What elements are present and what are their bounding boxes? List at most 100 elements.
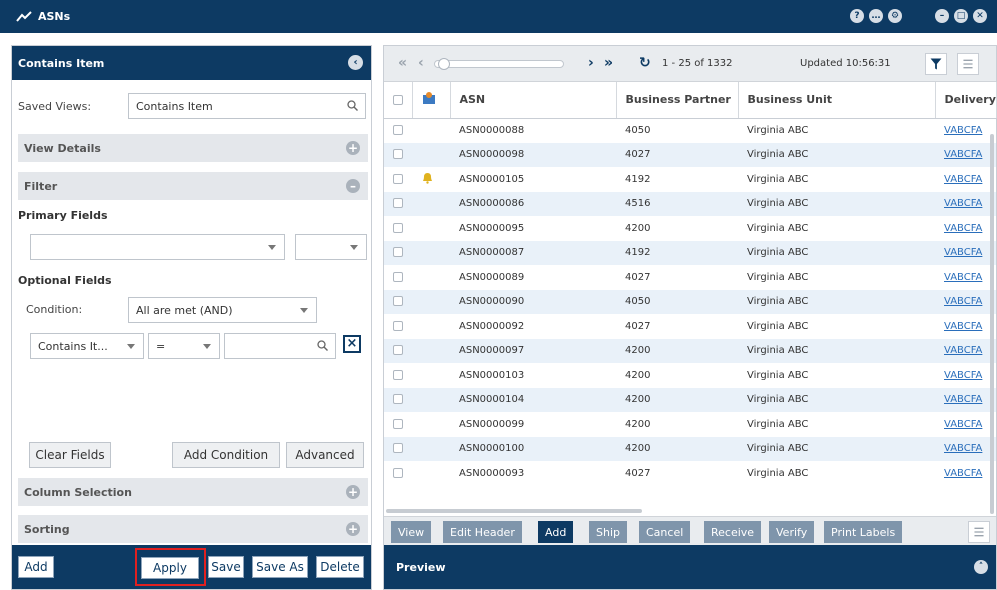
apply-button[interactable]: Apply: [141, 557, 199, 579]
add-view-button[interactable]: Add: [18, 556, 54, 578]
help-icon[interactable]: ?: [850, 9, 864, 23]
table-row[interactable]: ASN0000099 4200 Virginia ABC VABCFA: [384, 412, 996, 437]
row-select-cell[interactable]: [384, 191, 412, 216]
row-checkbox[interactable]: [393, 320, 403, 331]
row-select-cell[interactable]: [384, 167, 412, 192]
clear-fields-button[interactable]: Clear Fields: [29, 442, 111, 468]
expand-icon[interactable]: +: [346, 522, 360, 536]
row-checkbox[interactable]: [393, 418, 403, 429]
table-row[interactable]: ASN0000104 4200 Virginia ABC VABCFA: [384, 387, 996, 412]
last-page-icon[interactable]: »: [604, 55, 613, 71]
table-row[interactable]: ASN0000103 4200 Virginia ABC VABCFA: [384, 363, 996, 388]
row-select-cell[interactable]: [384, 436, 412, 461]
row-checkbox[interactable]: [393, 345, 403, 356]
prev-page-icon[interactable]: ‹: [418, 55, 424, 71]
delivery-link[interactable]: VABCFA: [944, 321, 982, 332]
table-row[interactable]: ASN0000105 4192 Virginia ABC VABCFA: [384, 167, 996, 192]
delivery-link[interactable]: VABCFA: [944, 370, 982, 381]
row-select-cell[interactable]: [384, 216, 412, 241]
expand-icon[interactable]: +: [346, 485, 360, 499]
column-header-delivery[interactable]: Delivery: [935, 82, 997, 119]
row-select-cell[interactable]: [384, 338, 412, 363]
delivery-link[interactable]: VABCFA: [944, 272, 982, 283]
row-select-cell[interactable]: [384, 363, 412, 388]
table-row[interactable]: ASN0000092 4027 Virginia ABC VABCFA: [384, 314, 996, 339]
page-slider[interactable]: [434, 58, 564, 70]
delivery-link[interactable]: VABCFA: [944, 125, 982, 136]
delivery-link[interactable]: VABCFA: [944, 296, 982, 307]
filter-icon[interactable]: [925, 53, 947, 75]
table-row[interactable]: ASN0000095 4200 Virginia ABC VABCFA: [384, 216, 996, 241]
delivery-link[interactable]: VABCFA: [944, 419, 982, 430]
advanced-button[interactable]: Advanced: [286, 442, 364, 468]
primary-operator-select[interactable]: [295, 234, 367, 260]
cancel-button[interactable]: Cancel: [639, 521, 691, 543]
row-checkbox[interactable]: [393, 443, 403, 454]
table-row[interactable]: ASN0000088 4050 Virginia ABC VABCFA: [384, 118, 996, 143]
row-checkbox[interactable]: [393, 173, 403, 184]
row-select-cell[interactable]: [384, 314, 412, 339]
table-row[interactable]: ASN0000100 4200 Virginia ABC VABCFA: [384, 436, 996, 461]
delivery-link[interactable]: VABCFA: [944, 149, 982, 160]
maximize-icon[interactable]: □: [954, 9, 968, 23]
row-checkbox[interactable]: [393, 247, 403, 258]
column-header-business-partner[interactable]: Business Partner: [616, 82, 739, 119]
column-header-asn[interactable]: ASN: [450, 82, 617, 119]
delivery-link[interactable]: VABCFA: [944, 247, 982, 258]
edit-header-button[interactable]: Edit Header: [443, 521, 522, 543]
sorting-section[interactable]: Sorting +: [18, 515, 368, 543]
print-labels-button[interactable]: Print Labels: [824, 521, 903, 543]
row-select-cell[interactable]: [384, 412, 412, 437]
save-button[interactable]: Save: [208, 556, 244, 578]
column-selection-section[interactable]: Column Selection +: [18, 478, 368, 506]
minimize-icon[interactable]: –: [935, 9, 949, 23]
delivery-link[interactable]: VABCFA: [944, 345, 982, 356]
saved-views-input[interactable]: Contains Item: [128, 93, 366, 119]
row-select-cell[interactable]: [384, 118, 412, 143]
table-row[interactable]: ASN0000086 4516 Virginia ABC VABCFA: [384, 191, 996, 216]
column-header-business-unit[interactable]: Business Unit: [738, 82, 936, 119]
receive-button[interactable]: Receive: [704, 521, 762, 543]
expand-preview-icon[interactable]: ˄: [974, 560, 988, 574]
more-actions-icon[interactable]: [968, 521, 990, 543]
row-checkbox[interactable]: [393, 296, 403, 307]
row-checkbox[interactable]: [393, 198, 403, 209]
search-icon[interactable]: [317, 340, 328, 351]
slider-handle[interactable]: [438, 58, 450, 70]
filter-section[interactable]: Filter –: [18, 172, 368, 200]
table-row[interactable]: ASN0000090 4050 Virginia ABC VABCFA: [384, 289, 996, 314]
view-button[interactable]: View: [391, 521, 432, 543]
condition-select[interactable]: All are met (AND): [128, 297, 317, 323]
optional-field-select[interactable]: Contains It...: [30, 333, 144, 359]
primary-field-select[interactable]: [30, 234, 285, 260]
verify-button[interactable]: Verify: [769, 521, 815, 543]
row-select-cell[interactable]: [384, 265, 412, 290]
optional-operator-select[interactable]: =: [148, 333, 220, 359]
delivery-link[interactable]: VABCFA: [944, 468, 982, 479]
add-condition-button[interactable]: Add Condition: [172, 442, 280, 468]
select-all-header[interactable]: [384, 82, 413, 119]
next-page-icon[interactable]: ›: [588, 55, 594, 71]
add-button[interactable]: Add: [538, 521, 574, 543]
table-row[interactable]: ASN0000098 4027 Virginia ABC VABCFA: [384, 142, 996, 167]
table-row[interactable]: ASN0000097 4200 Virginia ABC VABCFA: [384, 338, 996, 363]
collapse-left-icon[interactable]: ‹: [348, 55, 363, 70]
select-all-checkbox[interactable]: [393, 95, 403, 106]
vertical-scrollbar[interactable]: [990, 134, 994, 514]
delivery-link[interactable]: VABCFA: [944, 198, 982, 209]
menu-icon[interactable]: [957, 53, 979, 75]
ship-button[interactable]: Ship: [589, 521, 627, 543]
delivery-link[interactable]: VABCFA: [944, 223, 982, 234]
horizontal-scrollbar[interactable]: [386, 509, 642, 513]
row-checkbox[interactable]: [393, 149, 403, 160]
delivery-link[interactable]: VABCFA: [944, 174, 982, 185]
row-select-cell[interactable]: [384, 387, 412, 412]
optional-value-input[interactable]: [224, 333, 336, 359]
table-row[interactable]: ASN0000089 4027 Virginia ABC VABCFA: [384, 265, 996, 290]
row-select-cell[interactable]: [384, 240, 412, 265]
preview-bar[interactable]: Preview ˄: [384, 545, 996, 589]
row-select-cell[interactable]: [384, 142, 412, 167]
row-checkbox[interactable]: [393, 125, 403, 135]
delivery-link[interactable]: VABCFA: [944, 443, 982, 454]
more-icon[interactable]: …: [869, 9, 883, 23]
